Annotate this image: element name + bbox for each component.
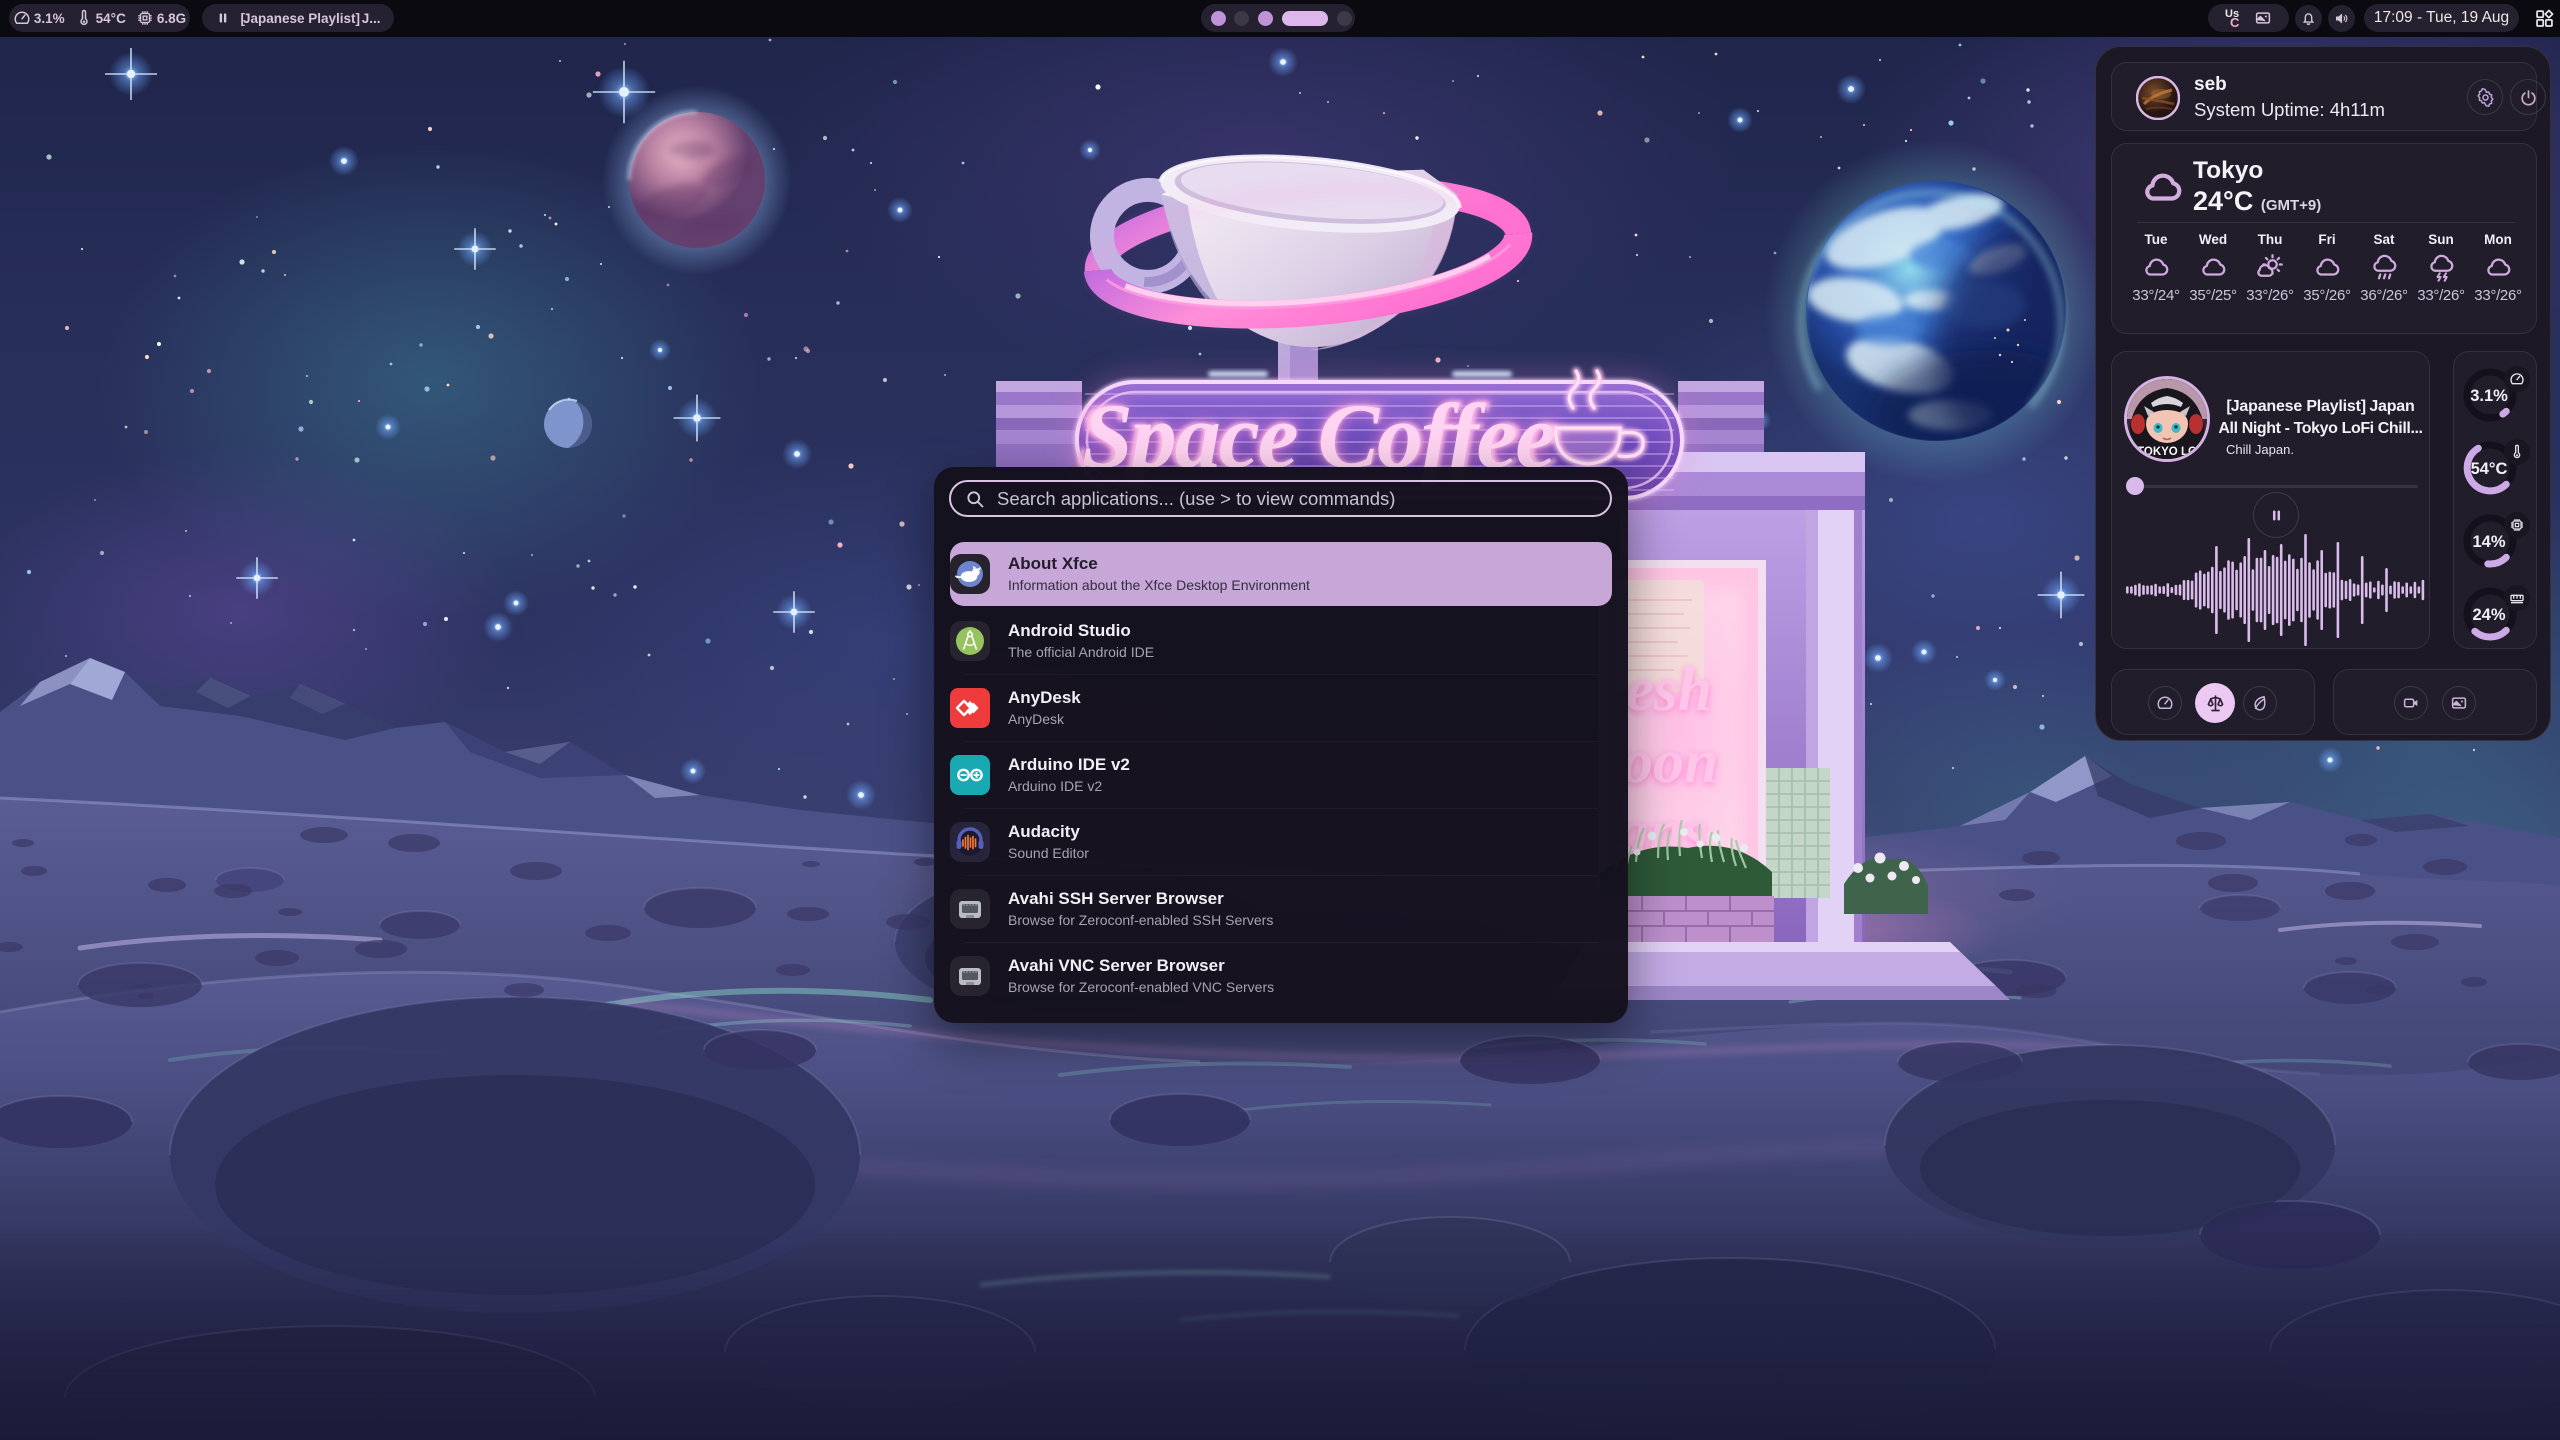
svg-text:3.1%: 3.1% [2470,387,2508,405]
svg-text:esh: esh [1626,656,1712,724]
svg-text:oon: oon [1622,728,1718,796]
svg-text:24%: 24% [2472,606,2505,624]
svg-text:14%: 14% [2472,533,2505,551]
svg-text:54°C: 54°C [2471,460,2508,478]
